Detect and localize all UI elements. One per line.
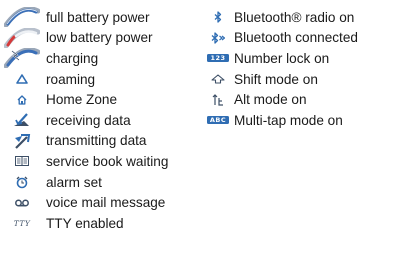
list-item-service-book: service book waiting xyxy=(4,151,204,172)
right-column: Bluetooth® radio on Bluetooth connected … xyxy=(206,7,400,131)
list-item-label: full battery power xyxy=(46,9,150,25)
list-item-multitap: ABC Multi-tap mode on xyxy=(206,110,400,131)
list-item-label: Home Zone xyxy=(46,92,118,108)
list-item-alarm: alarm set xyxy=(4,172,204,193)
list-item-label: Number lock on xyxy=(234,50,330,66)
list-item-number-lock: 123 Number lock on xyxy=(206,48,400,69)
list-item-label: Shift mode on xyxy=(234,71,318,87)
list-item-label: Bluetooth® radio on xyxy=(234,9,355,25)
receiving-data-icon xyxy=(4,112,40,128)
multitap-icon: ABC xyxy=(206,116,230,125)
list-item-label: Alt mode on xyxy=(234,92,307,108)
list-item-label: receiving data xyxy=(46,112,131,128)
list-item-label: Bluetooth connected xyxy=(234,30,358,46)
tty-icon-text: TTY xyxy=(13,218,31,228)
list-item-bluetooth: Bluetooth® radio on xyxy=(206,7,400,28)
shift-icon xyxy=(206,74,230,84)
list-item-label: low battery power xyxy=(46,30,153,46)
tty-icon: TTY xyxy=(4,219,40,228)
list-item-tty: TTY TTY enabled xyxy=(4,213,204,234)
number-lock-icon-text: 123 xyxy=(207,54,229,63)
battery-low-icon xyxy=(4,27,40,48)
list-item-roaming: roaming xyxy=(4,69,204,90)
list-item-label: service book waiting xyxy=(46,153,169,169)
list-item-low-battery: low battery power xyxy=(4,27,204,49)
battery-charging-icon xyxy=(4,48,40,69)
battery-full-icon xyxy=(4,7,40,28)
service-book-icon xyxy=(4,156,40,167)
list-item-shift: Shift mode on xyxy=(206,69,400,90)
list-item-label: roaming xyxy=(46,71,96,87)
alt-icon xyxy=(206,93,230,106)
list-item-label: voice mail message xyxy=(46,195,166,211)
list-item-full-battery: full battery power xyxy=(4,7,204,28)
home-zone-icon xyxy=(4,95,40,105)
list-item-label: charging xyxy=(46,50,99,66)
number-lock-icon: 123 xyxy=(206,54,230,63)
list-item-label: Multi-tap mode on xyxy=(234,112,343,128)
list-item-voicemail: voice mail message xyxy=(4,192,204,213)
alarm-icon xyxy=(4,176,40,189)
voicemail-icon xyxy=(4,199,40,207)
list-item-label: transmitting data xyxy=(46,133,147,149)
left-column: full battery power low battery power cha… xyxy=(4,7,204,234)
transmitting-data-icon xyxy=(4,133,40,149)
list-item-bluetooth-connected: Bluetooth connected xyxy=(206,28,400,49)
list-item-label: TTY enabled xyxy=(46,215,124,231)
bluetooth-icon xyxy=(206,11,230,23)
roaming-icon xyxy=(4,74,40,84)
list-item-transmitting-data: transmitting data xyxy=(4,131,204,152)
list-item-receiving-data: receiving data xyxy=(4,110,204,131)
list-item-charging: charging xyxy=(4,48,204,69)
multitap-icon-text: ABC xyxy=(207,116,229,125)
list-item-alt: Alt mode on xyxy=(206,89,400,110)
list-item-label: alarm set xyxy=(46,174,102,190)
list-item-home-zone: Home Zone xyxy=(4,89,204,110)
bluetooth-connected-icon xyxy=(206,32,230,44)
